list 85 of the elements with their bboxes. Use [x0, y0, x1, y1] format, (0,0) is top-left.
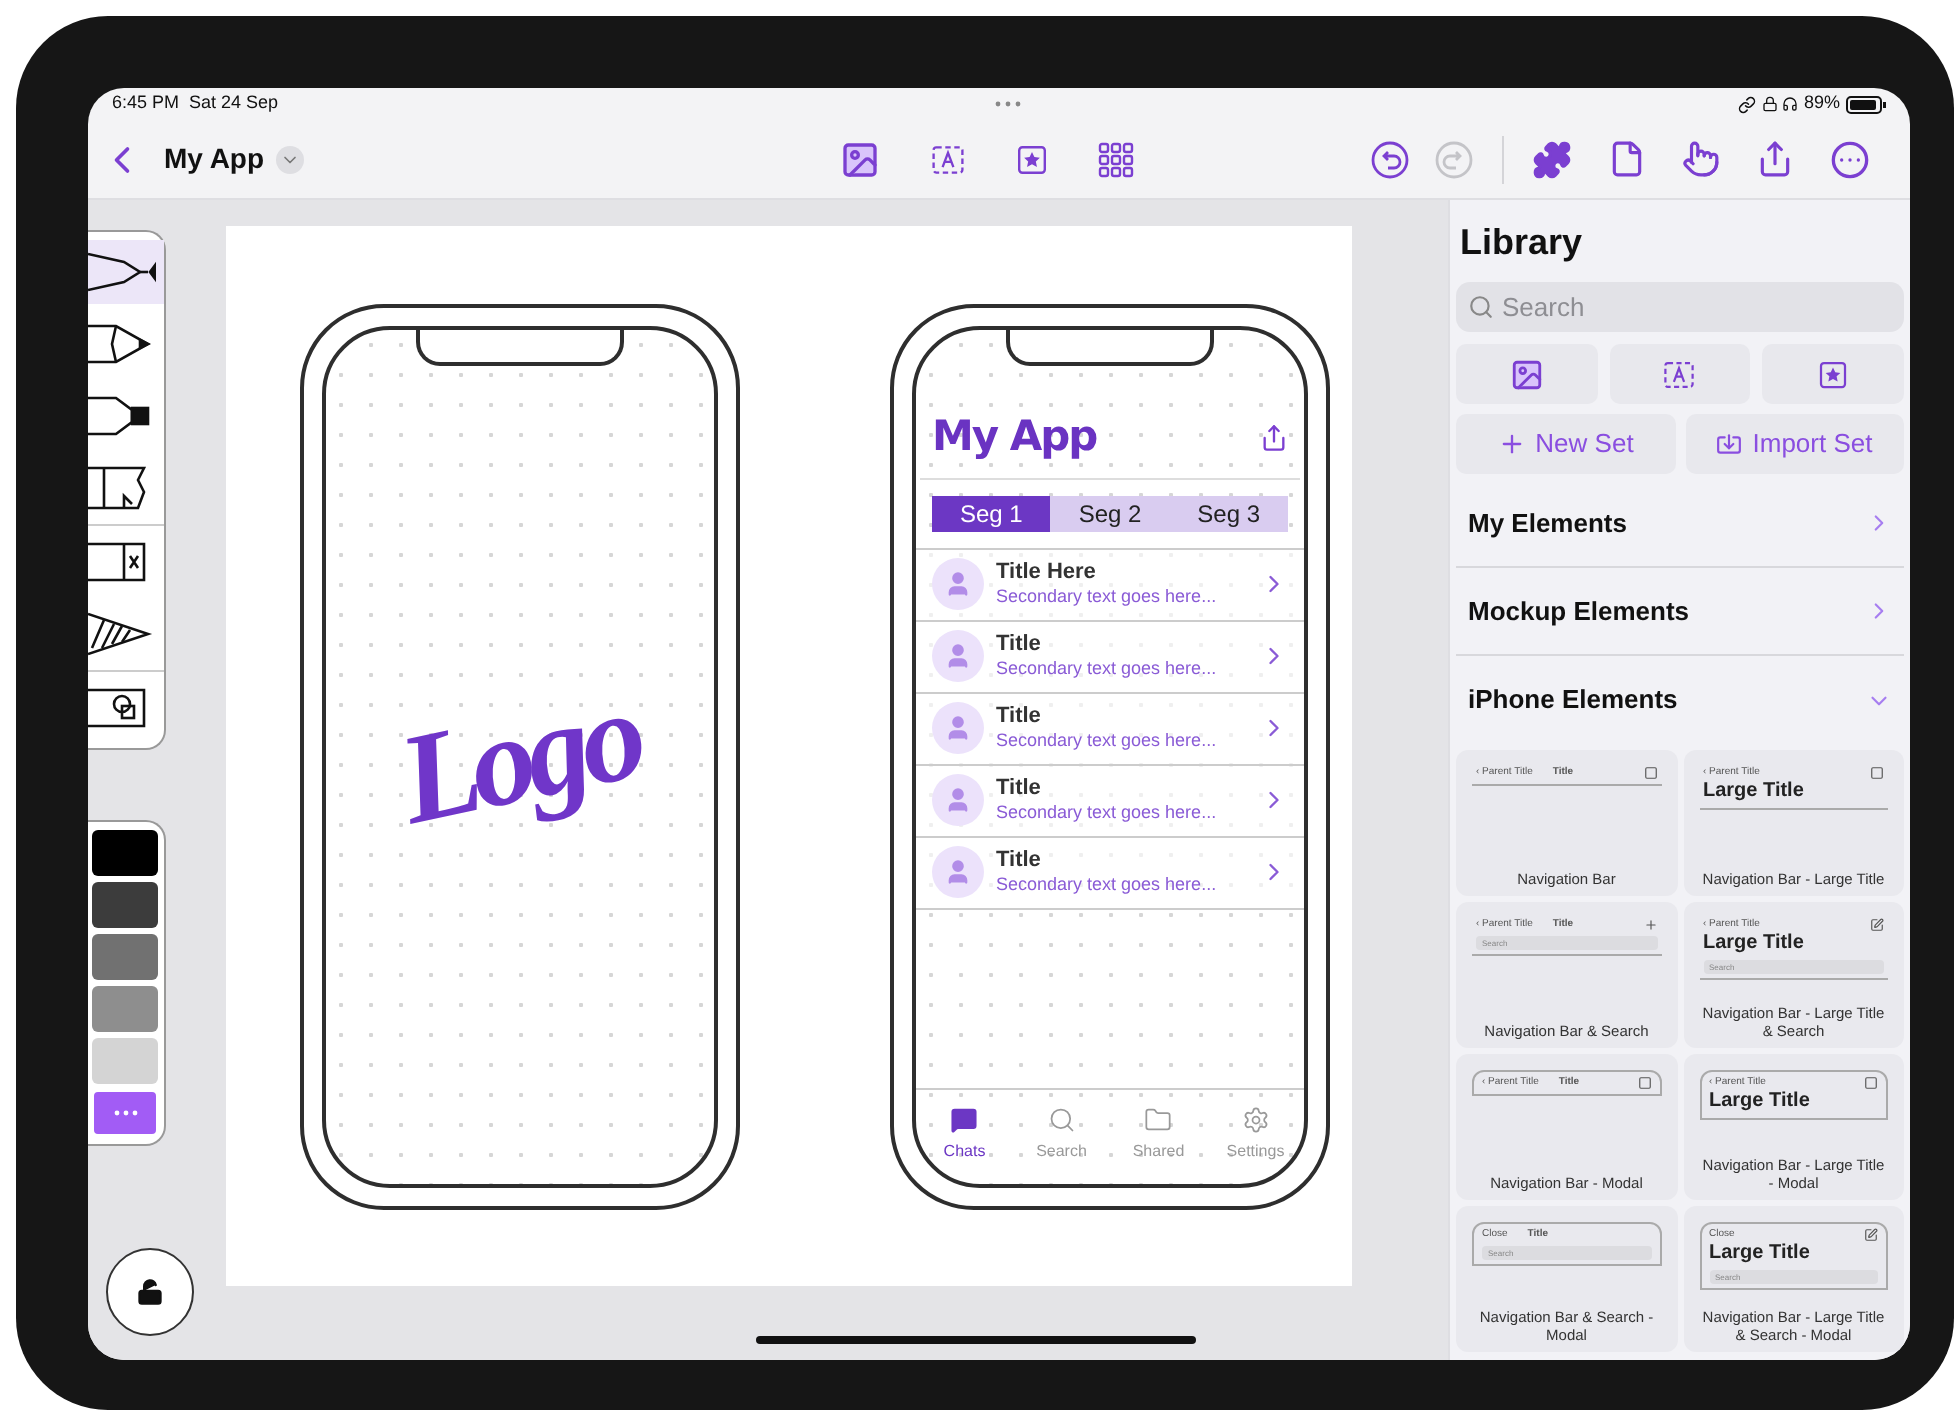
- insert-text-button[interactable]: [1609, 344, 1751, 404]
- compose-icon: [1864, 1228, 1878, 1242]
- chat-bubble-icon: [950, 1106, 979, 1134]
- library-section-row[interactable]: Mockup Elements: [1456, 568, 1904, 656]
- color-swatch[interactable]: [92, 934, 158, 980]
- tap-hand-icon[interactable]: [1682, 140, 1721, 178]
- document-title[interactable]: My App: [164, 138, 265, 180]
- row-title: Title: [996, 632, 1043, 658]
- row-title: Title Here: [996, 560, 1098, 586]
- square-icon: [1864, 1076, 1878, 1090]
- person-icon: [944, 570, 972, 598]
- insert-icon-button[interactable]: [1762, 344, 1904, 404]
- image-icon: [1509, 357, 1544, 391]
- library-section-row[interactable]: My Elements: [1456, 480, 1904, 568]
- text-frame-icon[interactable]: [1662, 357, 1697, 391]
- share-icon[interactable]: [1756, 140, 1795, 178]
- puzzle-icon[interactable]: [1532, 139, 1573, 179]
- square-icon: [1643, 766, 1657, 780]
- list-row[interactable]: Title Here Secondary text goes here...: [916, 549, 1304, 621]
- image-icon[interactable]: [840, 139, 881, 179]
- ellipsis-icon: [113, 1110, 137, 1116]
- search-icon: [1468, 294, 1494, 320]
- person-icon: [944, 786, 972, 814]
- title-menu-button[interactable]: [276, 145, 305, 173]
- status-time: 6:45 PM: [112, 90, 180, 117]
- app-title: My App: [932, 410, 1097, 464]
- person-icon: [944, 858, 972, 886]
- grid-icon[interactable]: [1098, 141, 1135, 177]
- color-swatch[interactable]: [92, 882, 158, 928]
- row-subtitle: Secondary text goes here...: [996, 874, 1219, 896]
- segment-tab[interactable]: Seg 1: [932, 495, 1051, 531]
- color-swatch[interactable]: [92, 986, 158, 1032]
- segment-tab[interactable]: Seg 3: [1169, 495, 1288, 531]
- compose-icon: [1870, 918, 1884, 932]
- more-colors-button[interactable]: [92, 1090, 158, 1136]
- undo-icon[interactable]: [1370, 139, 1411, 179]
- status-date: Sat 24 Sep: [189, 90, 279, 117]
- row-subtitle: Secondary text goes here...: [996, 730, 1219, 752]
- set-action-button[interactable]: Import Set: [1685, 414, 1904, 474]
- row-subtitle: Secondary text goes here...: [996, 658, 1219, 680]
- unlock-icon: [136, 1278, 164, 1306]
- tool-button[interactable]: [88, 240, 164, 304]
- segment-tab[interactable]: Seg 2: [1050, 495, 1170, 531]
- more-dots-icon: [994, 100, 1023, 108]
- more-icon[interactable]: [1830, 139, 1871, 179]
- battery-percent: 89%: [1803, 90, 1840, 117]
- tab-bar-item[interactable]: Chats: [916, 1106, 1013, 1164]
- plus-icon: [1497, 430, 1526, 458]
- search-icon: [1047, 1106, 1076, 1134]
- share-icon[interactable]: [1260, 423, 1288, 452]
- library-title: Library: [1458, 220, 1585, 266]
- person-icon: [944, 714, 972, 742]
- square-icon: [1637, 1076, 1651, 1090]
- lock-button[interactable]: [106, 1248, 194, 1336]
- link-icon: [1737, 95, 1756, 113]
- document-icon[interactable]: [1608, 140, 1647, 178]
- preview-large-title: Large Title: [1703, 780, 1806, 804]
- settings-icon: [1241, 1106, 1270, 1134]
- row-title: Title: [996, 704, 1043, 730]
- color-swatch[interactable]: [92, 830, 158, 876]
- preview-large-title: Large Title: [1703, 932, 1806, 956]
- logo-script: Logo: [386, 659, 654, 855]
- import-icon: [1716, 431, 1743, 457]
- row-subtitle: Secondary text goes here...: [996, 586, 1219, 608]
- plus-icon: [1643, 918, 1657, 932]
- preview-large-title: Large Title: [1709, 1090, 1812, 1114]
- set-action-button[interactable]: New Set: [1456, 414, 1675, 474]
- preview-large-title: Large Title: [1709, 1242, 1812, 1266]
- list-row[interactable]: Title Secondary text goes here...: [916, 837, 1304, 909]
- row-subtitle: Secondary text goes here...: [996, 802, 1219, 824]
- square-icon: [1870, 766, 1884, 780]
- color-swatch[interactable]: [92, 1038, 158, 1084]
- headphones-icon: [1781, 96, 1798, 112]
- row-title: Title: [996, 776, 1043, 802]
- row-title: Title: [996, 848, 1043, 874]
- text-frame-icon[interactable]: [930, 141, 967, 177]
- list-row[interactable]: Title Secondary text goes here...: [916, 765, 1304, 837]
- lock-icon: [1761, 96, 1778, 112]
- person-icon: [944, 642, 972, 670]
- list-row[interactable]: Title Secondary text goes here...: [916, 621, 1304, 693]
- battery-icon: [1846, 95, 1886, 113]
- insert-image-button[interactable]: [1456, 344, 1598, 404]
- list-row[interactable]: Title Secondary text goes here...: [916, 693, 1304, 765]
- library-section-row[interactable]: iPhone Elements: [1456, 656, 1904, 744]
- folder-icon: [1144, 1106, 1173, 1134]
